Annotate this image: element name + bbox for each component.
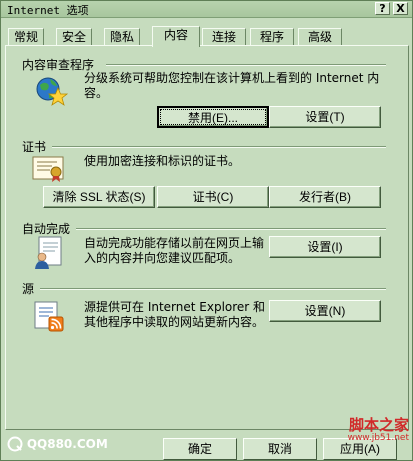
certificates-desc: 使用加密连接和标识的证书。 [84,154,241,168]
autocomplete-desc-line1: 自动完成功能存储以前在网页上输 [84,236,265,250]
close-button[interactable]: X [393,2,408,15]
feeds-desc-line2: 其他程序中读取的网站更新内容。 [84,315,265,329]
content-advisor-disable-button[interactable]: 禁用(E)... [157,106,269,128]
feeds-icon [34,301,64,332]
feeds-settings-button[interactable]: 设置(N) [269,300,381,322]
jb51-watermark: 脚本之家 www.jb51.net [329,417,409,443]
tab-content[interactable]: 内容 [152,26,200,47]
publishers-button[interactable]: 发行者(B) [269,186,381,208]
qq880-watermark-text: QQ880.COM [26,437,108,451]
feeds-title: 源 [22,282,35,296]
autocomplete-settings-button[interactable]: 设置(I) [269,236,381,258]
tab-general[interactable]: 常规 [8,28,44,46]
autocomplete-form-icon [35,236,62,269]
content-advisor-settings-button[interactable]: 设置(T) [269,106,381,128]
globe-star-icon [36,77,68,106]
content-tab-panel: 内容审查程序 分级系统可帮助您控制在该计算机上看到的 Internet 内 容。… [5,45,409,430]
certificates-button[interactable]: 证书(C) [157,186,269,208]
autocomplete-divider [76,228,386,230]
feeds-desc-line1: 源提供可在 Internet Explorer 和 [84,300,266,314]
autocomplete-title: 自动完成 [22,222,71,236]
jb51-watermark-url: www.jb51.net [347,433,409,443]
cancel-button[interactable]: 取消 [243,438,317,460]
help-button[interactable]: ? [375,2,390,15]
content-advisor-desc-line1: 分级系统可帮助您控制在该计算机上看到的 Internet 内 [84,71,380,85]
tab-programs[interactable]: 程序 [250,28,294,46]
certificate-icon [32,156,64,182]
tab-strip: 常规 安全 隐私 内容 连接 程序 高级 [5,26,409,47]
certificates-divider [52,146,386,148]
autocomplete-desc-line2: 入的内容并向您建议匹配项。 [84,251,241,265]
tab-security[interactable]: 安全 [56,28,92,46]
qq880-watermark: QQ880.COM [7,436,108,452]
internet-options-window: Internet 选项 ? X 常规 安全 隐私 内容 连接 程序 高级 内容审… [0,0,413,461]
window-title: Internet 选项 [7,4,89,17]
tab-connections[interactable]: 连接 [202,28,246,46]
ok-button[interactable]: 确定 [163,438,237,460]
clear-ssl-state-button[interactable]: 清除 SSL 状态(S) [43,186,155,208]
certificates-title: 证书 [22,140,47,154]
title-bar[interactable]: Internet 选项 ? X [1,1,412,18]
content-advisor-divider [106,64,386,66]
content-advisor-desc-line2: 容。 [84,86,109,100]
qq880-logo-icon [7,436,23,452]
tab-advanced[interactable]: 高级 [298,28,342,46]
jb51-watermark-title: 脚本之家 [348,416,409,434]
feeds-divider [40,288,386,290]
tab-privacy[interactable]: 隐私 [104,28,140,46]
